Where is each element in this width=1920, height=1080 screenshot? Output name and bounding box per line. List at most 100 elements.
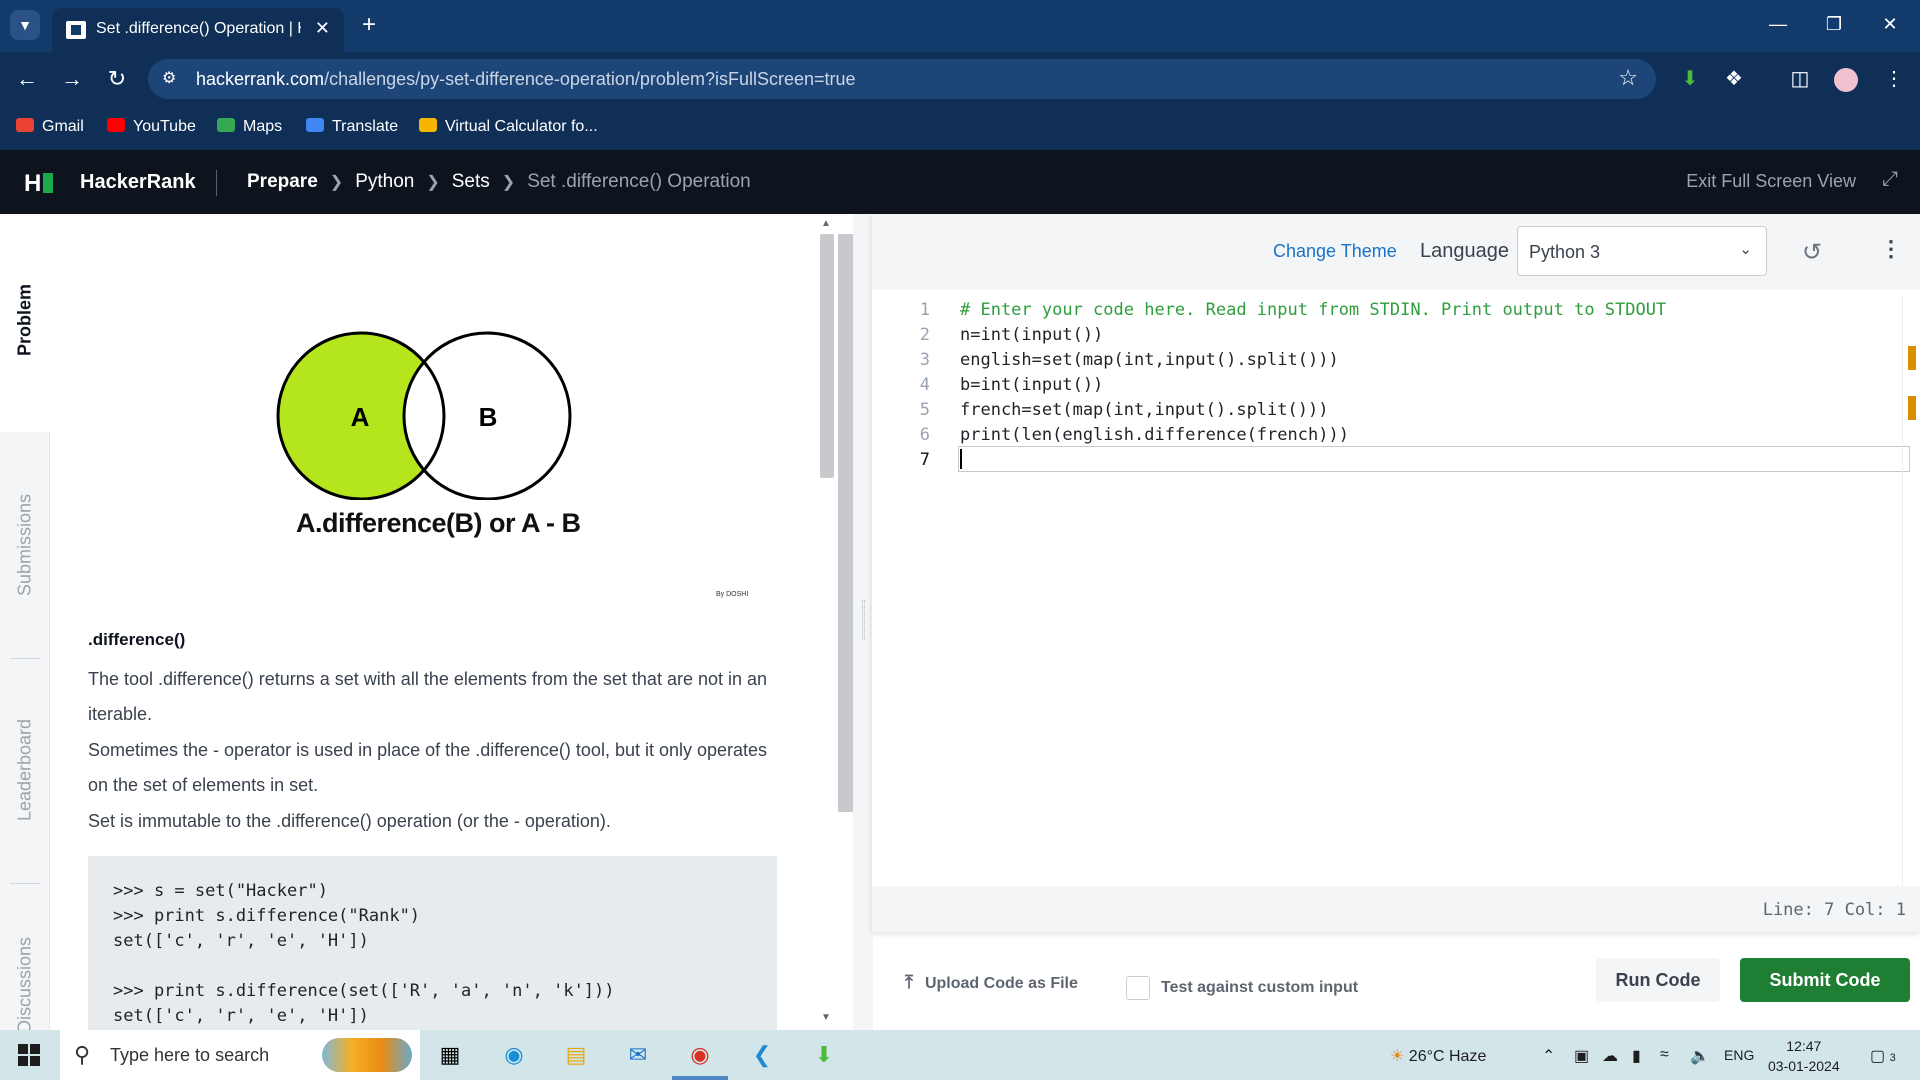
search-icon: ⚲: [74, 1042, 91, 1067]
chevron-right-icon: ❯: [501, 174, 516, 191]
clock-date: 03-01-2024: [1768, 1058, 1840, 1074]
search-placeholder: Type here to search: [110, 1045, 270, 1065]
exit-fullscreen-link[interactable]: Exit Full Screen View: [1686, 171, 1856, 192]
code-line[interactable]: print(len(english.difference(french))): [960, 425, 1349, 445]
wifi-icon[interactable]: ≈: [1660, 1046, 1669, 1064]
breadcrumb-prepare[interactable]: Prepare: [247, 171, 318, 193]
code-line[interactable]: english=set(map(int,input().split())): [960, 350, 1339, 370]
language-select[interactable]: Python 3 ⌄: [1517, 226, 1767, 276]
problem-scrollbar-thumb-outer[interactable]: [838, 234, 854, 812]
hackerrank-favicon-icon: [66, 21, 86, 39]
breadcrumb-python[interactable]: Python: [355, 171, 414, 193]
volume-icon[interactable]: 🔈: [1690, 1046, 1710, 1066]
breadcrumb-sets[interactable]: Sets: [452, 171, 490, 193]
chrome-icon[interactable]: ◉: [682, 1038, 718, 1072]
new-tab-button[interactable]: +: [352, 8, 386, 42]
description-paragraph: Sometimes the - operator is used in plac…: [88, 740, 768, 795]
task-view-icon[interactable]: ▦: [432, 1038, 468, 1072]
input-language[interactable]: ENG: [1724, 1047, 1754, 1063]
brand-name[interactable]: HackerRank: [80, 171, 196, 194]
tab-problem[interactable]: Problem: [15, 284, 36, 356]
meet-now-icon[interactable]: ▣: [1574, 1046, 1589, 1066]
notifications-icon[interactable]: ▢ 3: [1870, 1046, 1896, 1066]
code-line[interactable]: french=set(map(int,input().split())): [960, 400, 1328, 420]
line-number: 1: [919, 300, 930, 320]
more-options-icon[interactable]: ⋮: [1880, 236, 1902, 262]
venn-label-a: A: [351, 402, 370, 432]
bookmark-youtube[interactable]: YouTube: [107, 118, 196, 136]
line-number: 3: [919, 350, 930, 370]
tab-close-icon[interactable]: ✕: [315, 18, 330, 39]
file-explorer-icon[interactable]: ▤: [558, 1038, 594, 1072]
edge-icon[interactable]: ◉: [496, 1038, 532, 1072]
tab-leaderboard[interactable]: Leaderboard: [15, 719, 36, 821]
tab-search-button[interactable]: ▼: [10, 10, 40, 40]
clock[interactable]: 12:47 03-01-2024: [1768, 1036, 1840, 1076]
browser-menu-icon[interactable]: ⋮: [1878, 64, 1910, 94]
translate-icon: [306, 118, 324, 132]
scroll-down-icon[interactable]: ▼: [821, 1012, 831, 1023]
current-line-highlight[interactable]: [958, 446, 1910, 472]
show-hidden-icons[interactable]: ⌃: [1542, 1046, 1555, 1066]
reload-button[interactable]: ↻: [100, 62, 134, 96]
custom-input-checkbox[interactable]: [1126, 976, 1150, 1000]
address-bar[interactable]: ⚙ hackerrank.com/challenges/py-set-diffe…: [148, 59, 1656, 99]
upload-icon: ⤒: [905, 972, 913, 992]
youtube-icon: [107, 118, 125, 132]
profile-avatar[interactable]: [1830, 64, 1862, 94]
minimize-button[interactable]: —: [1750, 0, 1806, 48]
venn-diagram: A B: [276, 331, 572, 500]
vscode-icon[interactable]: ❮: [744, 1038, 780, 1072]
tab-discussions[interactable]: Discussions: [15, 937, 36, 1033]
taskbar-search[interactable]: ⚲ Type here to search: [60, 1030, 420, 1080]
warning-marker[interactable]: [1908, 396, 1916, 420]
run-code-button[interactable]: Run Code: [1596, 958, 1720, 1002]
onedrive-icon[interactable]: ☁: [1602, 1046, 1618, 1066]
code-line-comment[interactable]: # Enter your code here. Read input from …: [960, 300, 1666, 320]
side-panel-icon[interactable]: ◫: [1784, 64, 1816, 94]
change-theme-link[interactable]: Change Theme: [1273, 241, 1397, 262]
site-info-icon[interactable]: ⚙: [162, 68, 176, 88]
chevron-right-icon: ❯: [329, 174, 344, 191]
breadcrumb: Prepare ❯ Python ❯ Sets ❯ Set .difference() Op…: [247, 171, 751, 193]
restore-button[interactable]: ❐: [1806, 0, 1862, 48]
bookmark-star-icon[interactable]: ☆: [1618, 65, 1638, 91]
mail-icon[interactable]: ✉: [620, 1038, 656, 1072]
extensions-icon[interactable]: ❖: [1718, 64, 1750, 94]
upload-code-button[interactable]: ⤒ Upload Code as File: [905, 972, 1078, 993]
line-number: 5: [919, 400, 930, 420]
side-tab-divider: [10, 883, 40, 884]
close-window-button[interactable]: ✕: [1862, 0, 1918, 48]
bookmark-translate[interactable]: Translate: [306, 118, 398, 136]
browser-tab-active[interactable]: Set .difference() Operation | HackerRank…: [52, 8, 344, 52]
submit-code-button[interactable]: Submit Code: [1740, 958, 1910, 1002]
chevron-down-icon: ⌄: [1739, 241, 1752, 258]
back-button[interactable]: ←: [10, 62, 44, 96]
problem-scrollbar-thumb[interactable]: [820, 234, 834, 478]
hackerrank-logo[interactable]: H: [24, 170, 54, 198]
forward-button[interactable]: →: [55, 62, 89, 96]
code-line[interactable]: n=int(input()): [960, 325, 1103, 345]
bookmark-maps[interactable]: Maps: [217, 118, 282, 136]
breadcrumb-current: Set .difference() Operation: [527, 171, 751, 192]
battery-icon[interactable]: ▮: [1632, 1046, 1641, 1066]
editor-scrollbar[interactable]: [1902, 296, 1920, 886]
download-manager-icon[interactable]: ⬇: [806, 1038, 842, 1072]
collapse-icon[interactable]: ⤢: [1882, 168, 1898, 191]
tab-submissions[interactable]: Submissions: [15, 494, 36, 596]
bookmark-gmail[interactable]: Gmail: [16, 118, 84, 136]
bookmark-virtual-calculator[interactable]: Virtual Calculator fo...: [419, 118, 598, 136]
hackerrank-header: H HackerRank Prepare ❯ Python ❯ Sets ❯ Set .di…: [0, 150, 1920, 214]
splitter-grip-icon[interactable]: [862, 600, 865, 640]
browser-toolbar: ← → ↻ ⚙ hackerrank.com/challenges/py-set…: [0, 52, 1920, 106]
code-line[interactable]: b=int(input()): [960, 375, 1103, 395]
warning-marker[interactable]: [1908, 346, 1916, 370]
browser-titlebar: ▼ Set .difference() Operation | HackerRa…: [0, 0, 1920, 52]
venn-credit: By DOSHI: [716, 591, 749, 598]
scroll-up-icon[interactable]: ▲: [821, 218, 831, 229]
weather-widget[interactable]: ☀ 26°C Haze: [1390, 1046, 1486, 1066]
history-icon[interactable]: ↺: [1802, 238, 1822, 267]
download-extension-icon[interactable]: ⬇: [1674, 64, 1706, 94]
custom-input-label[interactable]: Test against custom input: [1161, 979, 1358, 997]
windows-start-icon[interactable]: [18, 1044, 40, 1066]
